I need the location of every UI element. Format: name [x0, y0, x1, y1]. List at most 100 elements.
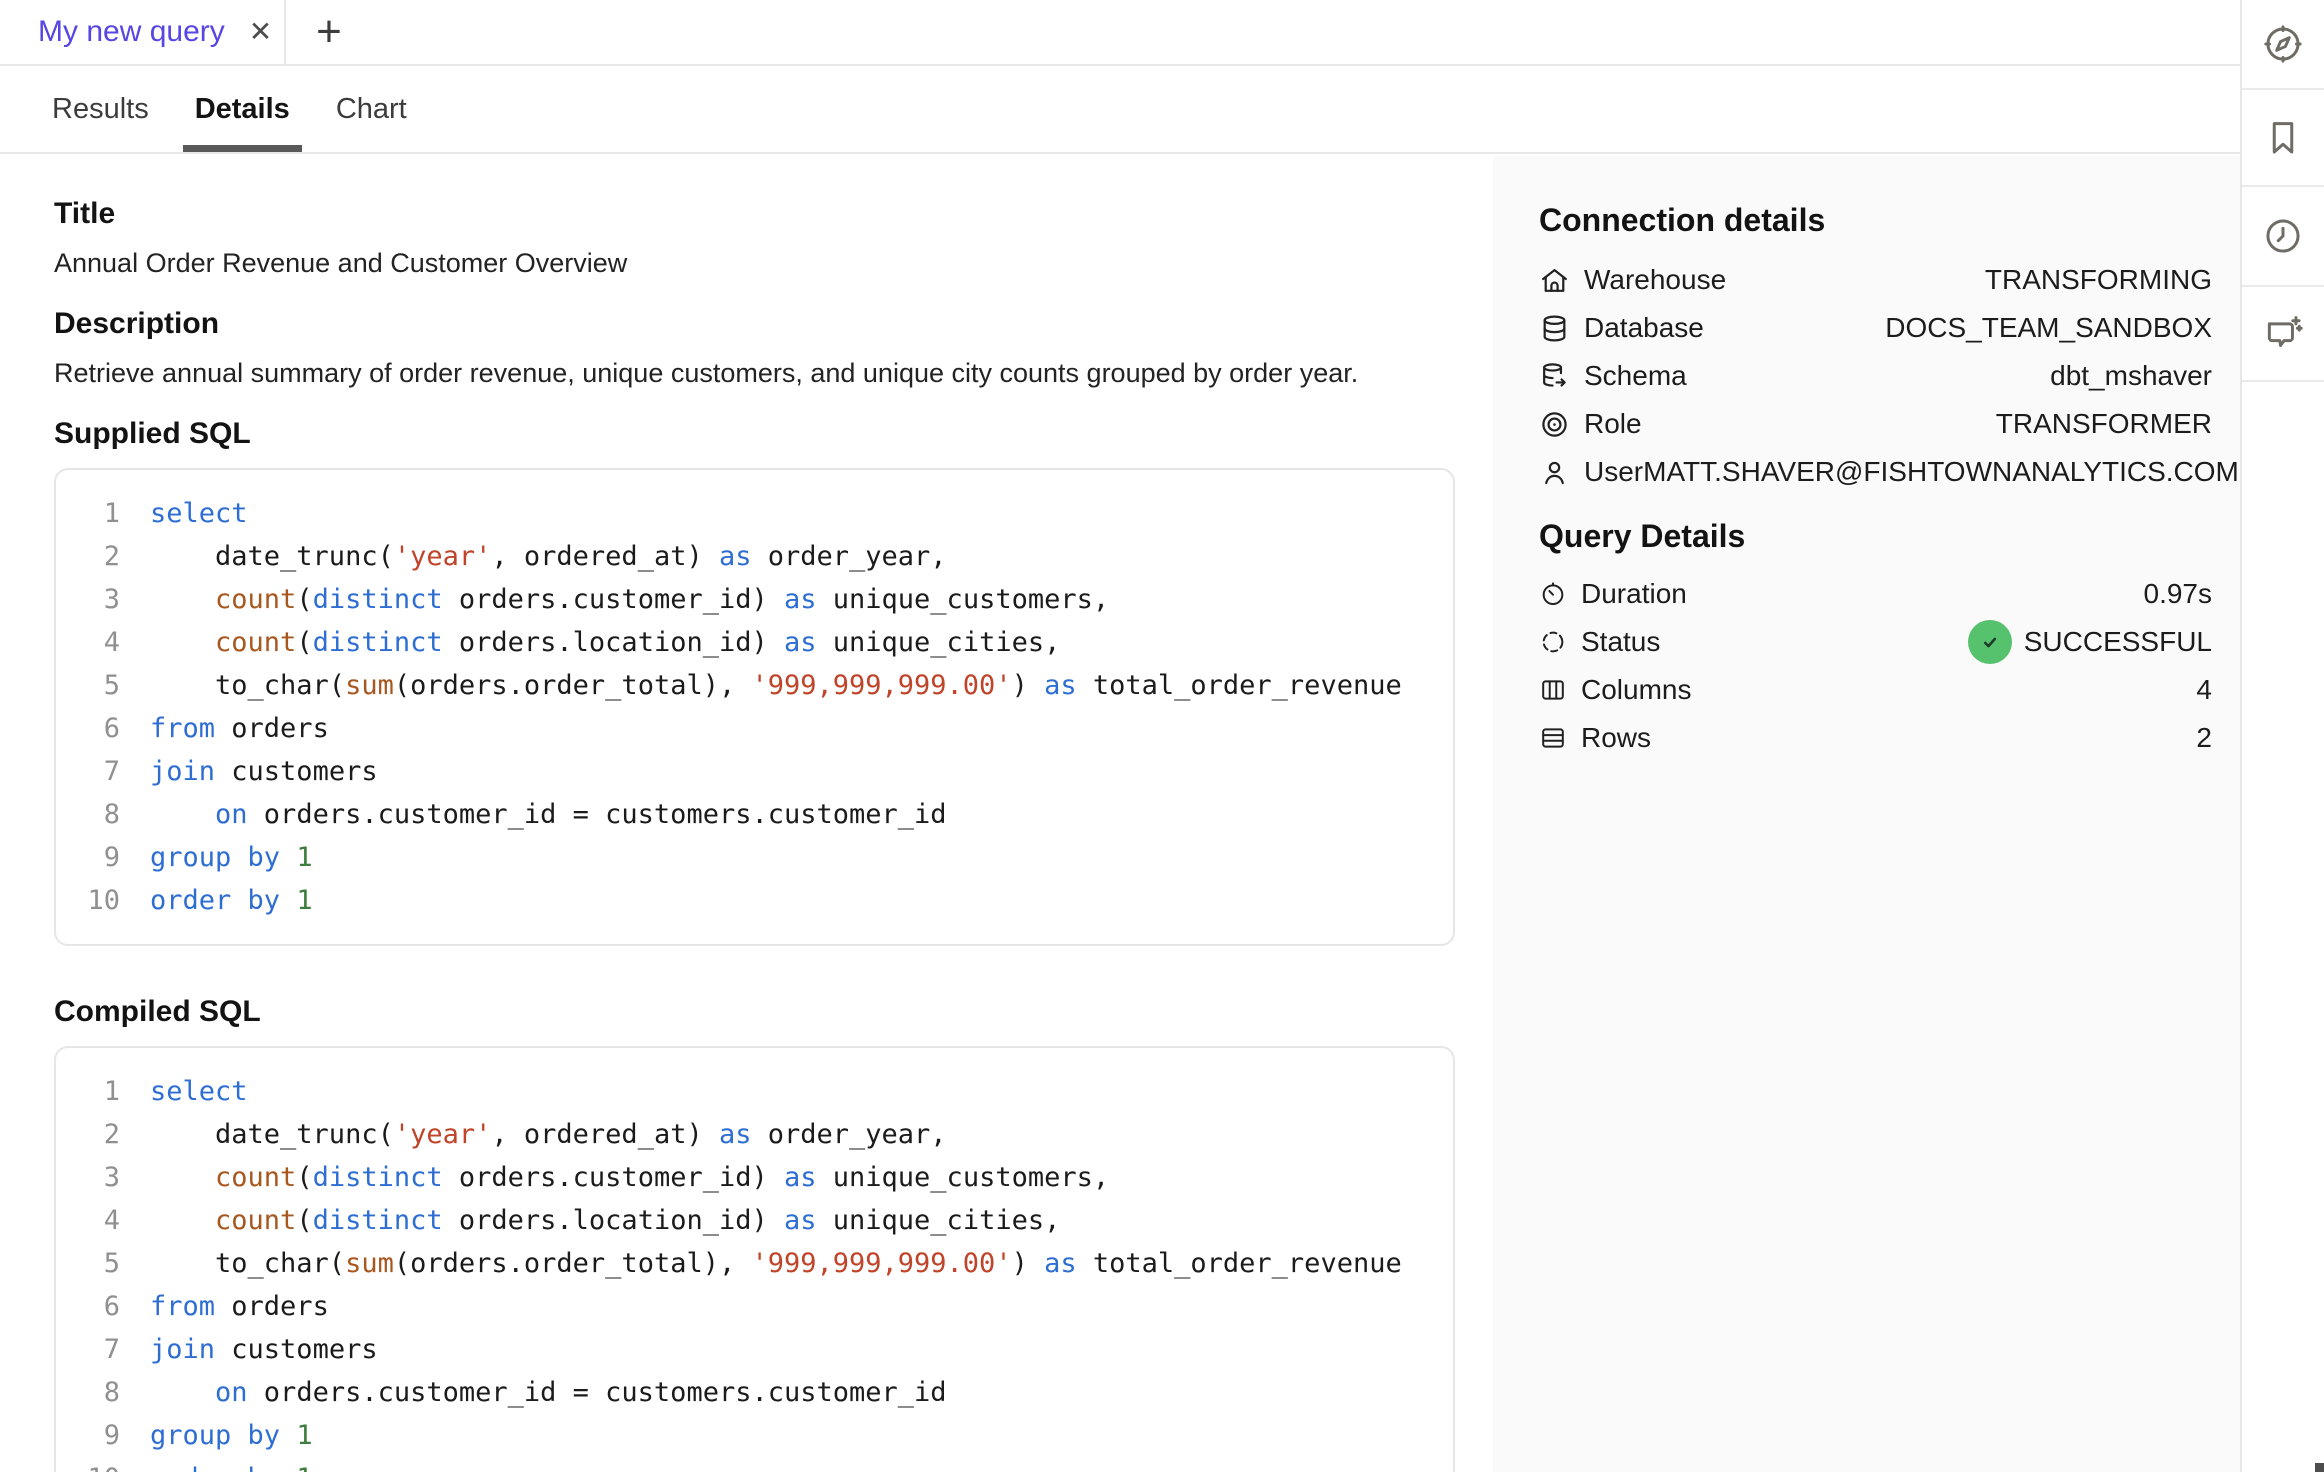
code-line: 1select: [56, 492, 1453, 535]
query-row-columns: Columns 4: [1539, 666, 2212, 714]
code-line: 10order by 1: [56, 1457, 1453, 1472]
line-number: 10: [56, 885, 120, 916]
line-number: 1: [56, 1076, 120, 1107]
code-text: count(distinct orders.location_id) as un…: [120, 1205, 1060, 1236]
code-text: to_char(sum(orders.order_total), '999,99…: [120, 670, 1402, 701]
tab-results[interactable]: Results: [52, 66, 149, 152]
query-details-rows: Duration 0.97s StatusSUCCESSFUL Columns 4 Row…: [1539, 570, 2212, 762]
connection-row-user: UserMATT.SHAVER@FISHTOWNANALYTICS.COM: [1539, 448, 2212, 496]
bookmark-icon: [2262, 117, 2304, 159]
code-line: 4 count(distinct orders.location_id) as …: [56, 621, 1453, 664]
sidebar-button-history[interactable]: [2242, 187, 2324, 287]
connection-row-schema: Schemadbt_mshaver: [1539, 352, 2212, 400]
code-line: 3 count(distinct orders.customer_id) as …: [56, 1156, 1453, 1199]
rows-icon: [1539, 724, 1567, 752]
code-line: 6from orders: [56, 1285, 1453, 1328]
line-number: 1: [56, 498, 120, 529]
user-icon: [1539, 457, 1570, 488]
row-value: 4: [2196, 674, 2212, 706]
query-row-status: StatusSUCCESSFUL: [1539, 618, 2212, 666]
query-row-duration: Duration 0.97s: [1539, 570, 2212, 618]
row-value: 2: [2196, 722, 2212, 754]
tab-chart[interactable]: Chart: [336, 66, 407, 152]
code-text: group by 1: [120, 842, 313, 873]
sidebar-button-compass[interactable]: [2242, 0, 2324, 90]
code-text: on orders.customer_id = customers.custom…: [120, 1377, 947, 1408]
code-text: order by 1: [120, 885, 313, 916]
tab-title: My new query: [38, 15, 225, 49]
supplied-sql-block: 1select2 date_trunc('year', ordered_at) …: [54, 468, 1455, 946]
row-label: Warehouse: [1584, 264, 1726, 296]
line-number: 8: [56, 1377, 120, 1408]
line-number: 7: [56, 1334, 120, 1365]
code-line: 7join customers: [56, 1328, 1453, 1371]
query-info-panel: Connection details Warehouse TRANSFORMING…: [1493, 156, 2240, 1472]
row-value: SUCCESSFUL: [1968, 620, 2212, 664]
sidebar-button-chat-sparkles[interactable]: [2242, 287, 2324, 382]
code-text: count(distinct orders.customer_id) as un…: [120, 1162, 1109, 1193]
code-text: join customers: [120, 1334, 378, 1365]
row-label: Columns: [1581, 674, 1691, 706]
row-label: Rows: [1581, 722, 1651, 754]
scroll-corner-mark: [2315, 1463, 2324, 1472]
code-line: 8 on orders.customer_id = customers.cust…: [56, 793, 1453, 836]
supplied-sql-heading: Supplied SQL: [54, 416, 1493, 452]
row-label: Duration: [1581, 578, 1687, 610]
row-label: Database: [1584, 312, 1704, 344]
columns-icon: [1539, 676, 1567, 704]
status-text: SUCCESSFUL: [2024, 626, 2212, 658]
row-value: MATT.SHAVER@FISHTOWNANALYTICS.COM: [1643, 456, 2239, 488]
code-text: select: [120, 1076, 248, 1107]
compiled-sql-heading: Compiled SQL: [54, 994, 1493, 1030]
line-number: 8: [56, 799, 120, 830]
line-number: 10: [56, 1463, 120, 1472]
close-icon[interactable]: ✕: [249, 18, 272, 46]
code-line: 9group by 1: [56, 836, 1453, 879]
row-value: TRANSFORMING: [1985, 264, 2212, 296]
code-text: count(distinct orders.location_id) as un…: [120, 627, 1060, 658]
sidebar-button-bookmark[interactable]: [2242, 90, 2324, 187]
line-number: 9: [56, 1420, 120, 1451]
row-label: Role: [1584, 408, 1642, 440]
code-line: 5 to_char(sum(orders.order_total), '999,…: [56, 1242, 1453, 1285]
line-number: 2: [56, 541, 120, 572]
connection-row-warehouse: Warehouse TRANSFORMING: [1539, 256, 2212, 304]
title-value: Annual Order Revenue and Customer Overvi…: [54, 246, 1493, 280]
code-text: order by 1: [120, 1463, 313, 1472]
connection-details-rows: Warehouse TRANSFORMING Database DOCS_TEAM_S…: [1539, 256, 2212, 496]
schema-icon: [1539, 361, 1570, 392]
add-tab-button[interactable]: +: [286, 0, 372, 64]
row-label: User: [1584, 456, 1643, 488]
status-icon: [1539, 628, 1567, 656]
code-line: 3 count(distinct orders.customer_id) as …: [56, 578, 1453, 621]
line-number: 5: [56, 670, 120, 701]
row-value: TRANSFORMER: [1996, 408, 2212, 440]
tab-my-new-query[interactable]: My new query ✕: [0, 0, 286, 64]
line-number: 9: [56, 842, 120, 873]
code-text: group by 1: [120, 1420, 313, 1451]
line-number: 6: [56, 713, 120, 744]
connection-details-heading: Connection details: [1539, 200, 2212, 240]
compiled-sql-block: 1select2 date_trunc('year', ordered_at) …: [54, 1046, 1455, 1472]
row-value: 0.97s: [2144, 578, 2213, 610]
warehouse-icon: [1539, 265, 1570, 296]
connection-row-database: Database DOCS_TEAM_SANDBOX: [1539, 304, 2212, 352]
row-value: dbt_mshaver: [2050, 360, 2212, 392]
code-text: date_trunc('year', ordered_at) as order_…: [120, 1119, 947, 1150]
query-row-rows: Rows 2: [1539, 714, 2212, 762]
code-line: 8 on orders.customer_id = customers.cust…: [56, 1371, 1453, 1414]
row-value: DOCS_TEAM_SANDBOX: [1885, 312, 2212, 344]
tab-strip: My new query ✕ +: [0, 0, 2240, 66]
role-icon: [1539, 409, 1570, 440]
history-icon: [2262, 215, 2304, 257]
database-icon: [1539, 313, 1570, 344]
code-text: from orders: [120, 713, 329, 744]
line-number: 4: [56, 627, 120, 658]
details-panel: Title Annual Order Revenue and Customer …: [0, 156, 1493, 1472]
code-line: 5 to_char(sum(orders.order_total), '999,…: [56, 664, 1453, 707]
tab-details[interactable]: Details: [183, 66, 302, 152]
code-line: 9group by 1: [56, 1414, 1453, 1457]
success-badge: [1968, 620, 2012, 664]
line-number: 5: [56, 1248, 120, 1279]
line-number: 2: [56, 1119, 120, 1150]
